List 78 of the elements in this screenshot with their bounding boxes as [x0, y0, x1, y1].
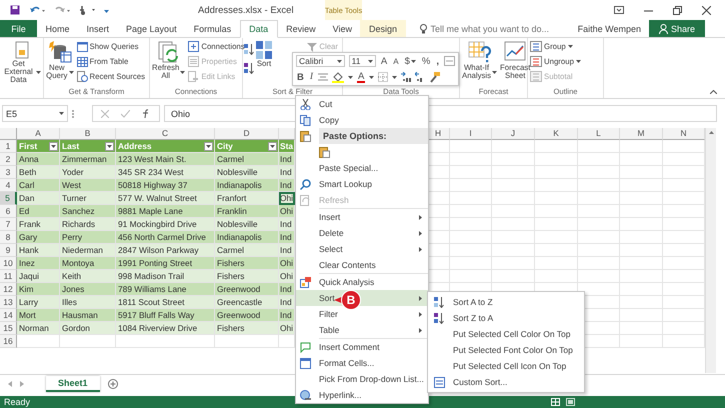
table-cell: Sanchez [60, 205, 116, 218]
table-cell: Carmel [215, 244, 279, 257]
table-cell: Carl [17, 179, 60, 192]
table-cell: Perry [60, 231, 116, 244]
column-title: Last [62, 140, 80, 152]
table-header-cell: Sta [279, 140, 295, 153]
column-title: Address [118, 140, 152, 152]
table-cell: Inez [17, 257, 60, 270]
table-cell: Jones [60, 283, 116, 296]
table-cell: Montoya [60, 257, 116, 270]
table-cell: Gordon [60, 322, 116, 335]
table-cell: West [60, 179, 116, 192]
table-cell: Greenwood [215, 309, 279, 322]
window-title: Addresses.xlsx - Excel [197, 4, 295, 16]
table-cell: Ind [279, 179, 295, 192]
table-cell: Gary [17, 231, 60, 244]
table-cell: 9881 Maple Lane [116, 205, 215, 218]
table-cell: Illes [60, 296, 116, 309]
paste-options-header: Paste Options: [319, 128, 428, 144]
table-cell: Ed [17, 205, 60, 218]
table-cell: Norman [17, 322, 60, 335]
table-cell: Franklin [215, 205, 279, 218]
table-cell: Ohi [279, 322, 295, 335]
table-cell: Keith [60, 270, 116, 283]
table-cell: 5917 Bluff Falls Way [116, 309, 215, 322]
table-cell: Indianapolis [215, 179, 279, 192]
table-cell: Fishers [215, 270, 279, 283]
table-cell: Hausman [60, 309, 116, 322]
table-cell: Greenwood [215, 283, 279, 296]
table-cell: Ind [279, 296, 295, 309]
table-cell: Noblesville [215, 218, 279, 231]
table-cell: Zimmerman [60, 153, 116, 166]
table-cell: 1084 Riverview Drive [116, 322, 215, 335]
table-cell: 1991 Ponting Street [116, 257, 215, 270]
user-name: Faithe Wempen [578, 24, 641, 34]
table-cell: Ohi [279, 270, 295, 283]
table-cell: Ind [279, 218, 295, 231]
table-cell: 789 Williams Lane [116, 283, 215, 296]
table-cell: Ohi [279, 257, 295, 270]
table-cell: Turner [60, 192, 116, 205]
table-cell: Larry [17, 296, 60, 309]
table-cell: 50818 Highway 37 [116, 179, 215, 192]
table-cell: Ind [279, 153, 295, 166]
table-cell: Dan [17, 192, 60, 205]
table-cell: Carmel [215, 153, 279, 166]
table-cell: Ind [279, 309, 295, 322]
table-cell: 1811 Scout Street [116, 296, 215, 309]
table-cell: Franfort [215, 192, 279, 205]
table-cell: Mort [17, 309, 60, 322]
table-cell: Fishers [215, 322, 279, 335]
table-cell: 91 Mockingbird Drive [116, 218, 215, 231]
table-cell: Jaqui [17, 270, 60, 283]
table-cell: Noblesville [215, 166, 279, 179]
table-cell: Hank [17, 244, 60, 257]
table-cell: Niederman [60, 244, 116, 257]
table-cell: Indianapolis [215, 231, 279, 244]
table-cell: Fishers [215, 257, 279, 270]
column-title: First [19, 140, 38, 152]
table-cell: 577 W. Walnut Street [116, 192, 215, 205]
table-cell: 345 SR 234 West [116, 166, 215, 179]
table-cell: Kim [17, 283, 60, 296]
table-cell: Beth [17, 166, 60, 179]
column-title: City [217, 140, 233, 152]
table-cell: Ohi [279, 205, 295, 218]
table-cell: Yoder [60, 166, 116, 179]
table-cell: Richards [60, 218, 116, 231]
table-cell: 123 West Main St. [116, 153, 215, 166]
status-text: Ready [4, 397, 30, 407]
table-cell: Ind [279, 231, 295, 244]
table-cell: Greencastle [215, 296, 279, 309]
table-cell: Ind [279, 283, 295, 296]
table-cell: Frank [17, 218, 60, 231]
table-cell: 2847 Wilson Parkway [116, 244, 215, 257]
table-cell: Ind [279, 244, 295, 257]
table-cell: Ind [279, 166, 295, 179]
table-cell: 456 North Carmel Drive [116, 231, 215, 244]
table-cell: 998 Madison Trail [116, 270, 215, 283]
table-cell: Anna [17, 153, 60, 166]
